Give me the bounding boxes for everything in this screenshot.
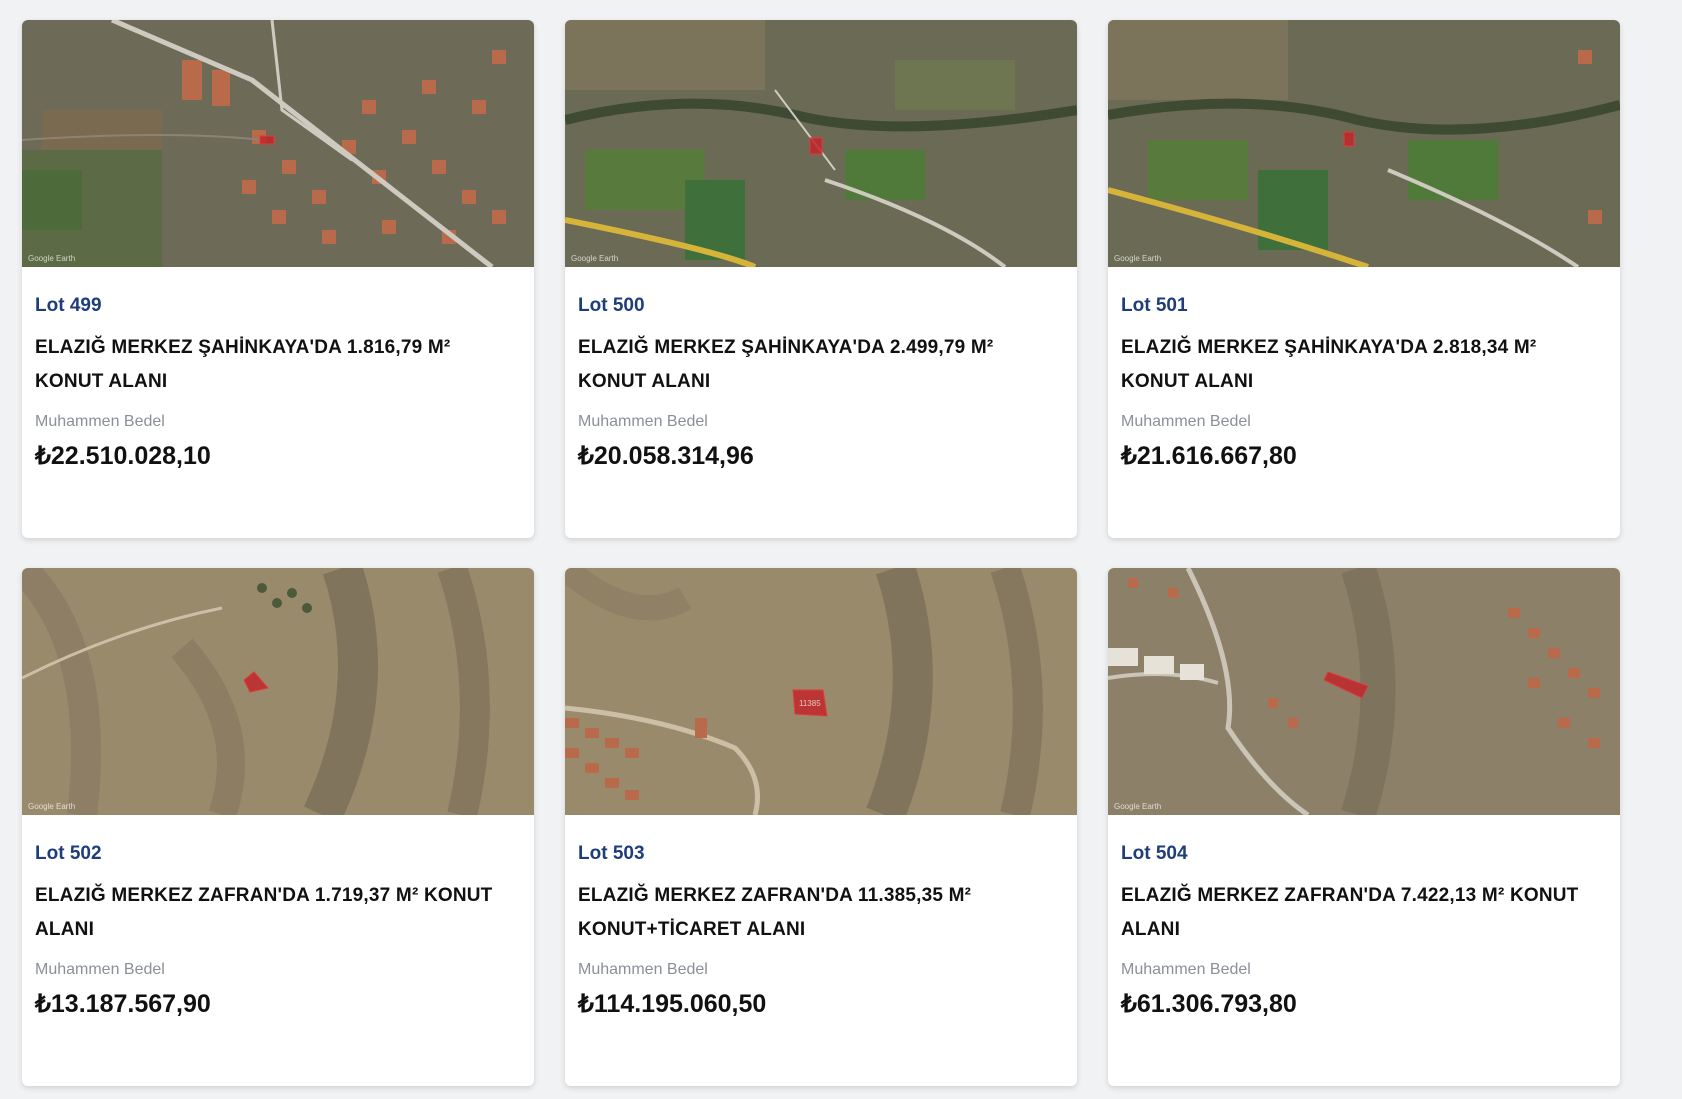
lot-card[interactable]: Google Earth Lot 501 ELAZIĞ MERKEZ ŞAHİN… bbox=[1108, 20, 1620, 538]
price-value: ₺114.195.060,50 bbox=[578, 990, 767, 1018]
lot-number[interactable]: Lot 500 bbox=[578, 295, 1064, 317]
satellite-map-image[interactable]: Google Earth bbox=[22, 568, 534, 815]
lot-card[interactable]: Google Earth Lot 504 ELAZIĞ MERKEZ ZAFRA… bbox=[1108, 568, 1620, 1086]
svg-text:Google Earth: Google Earth bbox=[28, 254, 75, 263]
price-label: Muhammen Bedel bbox=[1121, 413, 1251, 430]
svg-text:Google Earth: Google Earth bbox=[28, 802, 75, 811]
satellite-map-image[interactable]: 11385 bbox=[565, 568, 1077, 815]
price-label: Muhammen Bedel bbox=[1121, 961, 1251, 978]
lot-title[interactable]: ELAZIĞ MERKEZ ŞAHİNKAYA'DA 1.816,79 M² K… bbox=[35, 331, 521, 399]
price-value: ₺61.306.793,80 bbox=[1121, 990, 1297, 1018]
satellite-map-image[interactable]: Google Earth bbox=[565, 20, 1077, 267]
lot-title[interactable]: ELAZIĞ MERKEZ ŞAHİNKAYA'DA 2.818,34 M² K… bbox=[1121, 331, 1607, 399]
lot-title[interactable]: ELAZIĞ MERKEZ ZAFRAN'DA 7.422,13 M² KONU… bbox=[1121, 879, 1607, 947]
price-label: Muhammen Bedel bbox=[35, 413, 165, 430]
lot-title[interactable]: ELAZIĞ MERKEZ ZAFRAN'DA 11.385,35 M² KON… bbox=[578, 879, 1064, 947]
svg-text:Google Earth: Google Earth bbox=[571, 254, 618, 263]
price-label: Muhammen Bedel bbox=[35, 961, 165, 978]
lot-number[interactable]: Lot 501 bbox=[1121, 295, 1607, 317]
lot-title[interactable]: ELAZIĞ MERKEZ ŞAHİNKAYA'DA 2.499,79 M² K… bbox=[578, 331, 1064, 399]
price-value: ₺21.616.667,80 bbox=[1121, 442, 1297, 470]
price-value: ₺13.187.567,90 bbox=[35, 990, 211, 1018]
price-label: Muhammen Bedel bbox=[578, 413, 708, 430]
price-label: Muhammen Bedel bbox=[578, 961, 708, 978]
satellite-map-image[interactable]: Google Earth bbox=[1108, 20, 1620, 267]
lot-number[interactable]: Lot 504 bbox=[1121, 843, 1607, 865]
svg-text:Google Earth: Google Earth bbox=[1114, 254, 1161, 263]
lot-card[interactable]: Google Earth Lot 502 ELAZIĞ MERKEZ ZAFRA… bbox=[22, 568, 534, 1086]
lot-number[interactable]: Lot 499 bbox=[35, 295, 521, 317]
lot-card[interactable]: 11385 Lot 503 ELAZIĞ MERKEZ ZAFRAN'DA 11… bbox=[565, 568, 1077, 1086]
lot-number[interactable]: Lot 502 bbox=[35, 843, 521, 865]
satellite-map-image[interactable]: Google Earth bbox=[1108, 568, 1620, 815]
lot-card[interactable]: Google Earth Lot 500 ELAZIĞ MERKEZ ŞAHİN… bbox=[565, 20, 1077, 538]
price-value: ₺22.510.028,10 bbox=[35, 442, 211, 470]
lot-number[interactable]: Lot 503 bbox=[578, 843, 1064, 865]
lot-grid: Google Earth Lot 499 ELAZIĞ MERKEZ ŞAHİN… bbox=[22, 20, 1620, 1086]
svg-text:Google Earth: Google Earth bbox=[1114, 802, 1161, 811]
lot-title[interactable]: ELAZIĞ MERKEZ ZAFRAN'DA 1.719,37 M² KONU… bbox=[35, 879, 521, 947]
price-value: ₺20.058.314,96 bbox=[578, 442, 754, 470]
svg-text:11385: 11385 bbox=[799, 699, 821, 708]
lot-card[interactable]: Google Earth Lot 499 ELAZIĞ MERKEZ ŞAHİN… bbox=[22, 20, 534, 538]
satellite-map-image[interactable]: Google Earth bbox=[22, 20, 534, 267]
